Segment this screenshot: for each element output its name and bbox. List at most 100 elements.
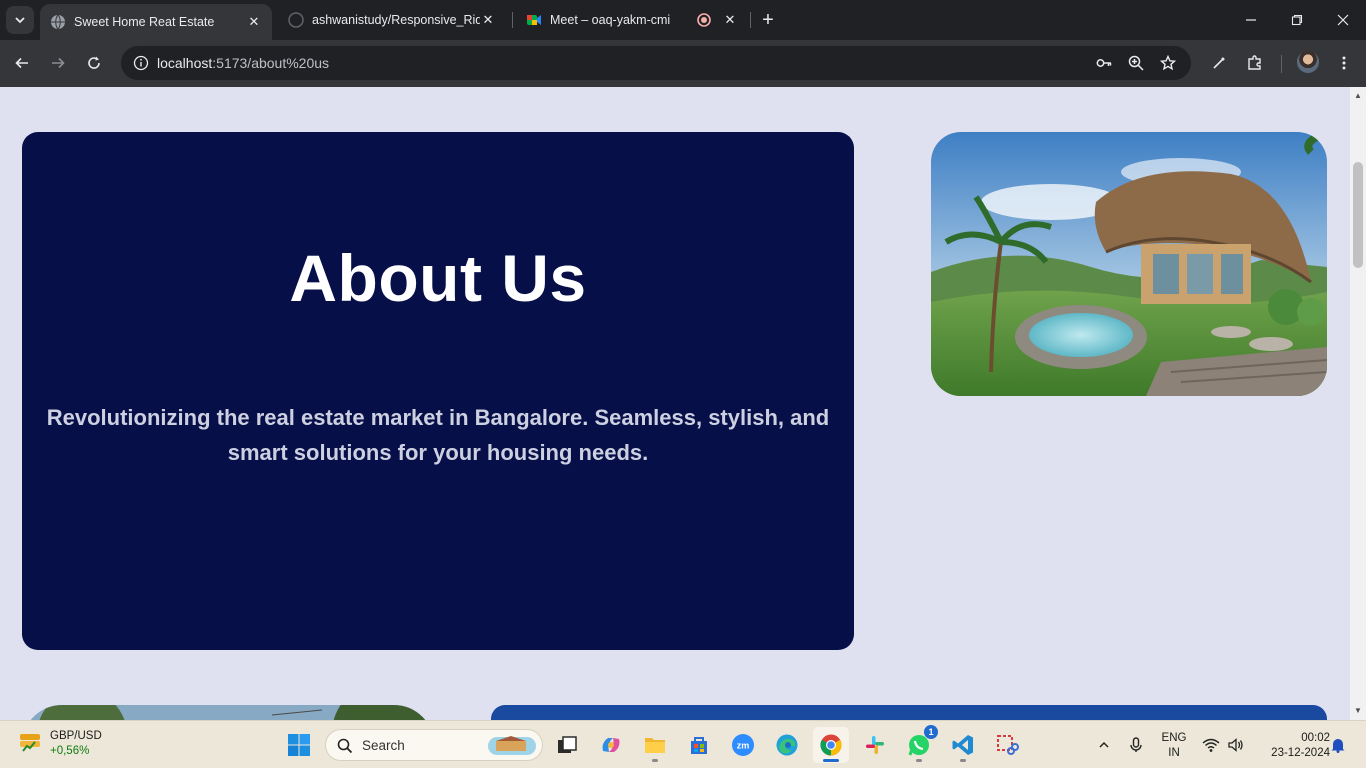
task-view-button[interactable] — [549, 727, 585, 763]
back-button[interactable] — [8, 49, 36, 77]
tab-strip: Sweet Home Reat Estate ✕ ashwanistudy/Re… — [0, 0, 1366, 40]
task-view-icon — [558, 736, 577, 753]
show-hidden-icons-button[interactable] — [1093, 734, 1115, 756]
scroll-thumb[interactable] — [1353, 162, 1363, 268]
toolbar-divider — [1281, 55, 1282, 73]
edge-button[interactable] — [769, 727, 805, 763]
volume-button[interactable] — [1225, 734, 1247, 756]
restore-button[interactable] — [1274, 0, 1320, 40]
language-indicator[interactable]: ENG IN — [1158, 731, 1190, 761]
forward-button[interactable] — [44, 49, 72, 77]
zoom-icon[interactable] — [1124, 51, 1148, 75]
tab-divider — [512, 12, 513, 28]
store-icon — [691, 737, 707, 754]
scroll-up-icon[interactable]: ▲ — [1354, 92, 1362, 100]
notification-badge: 1 — [924, 725, 938, 739]
speaker-icon — [1228, 738, 1243, 752]
close-tab-icon[interactable]: ✕ — [246, 14, 262, 30]
meet-icon — [526, 12, 542, 28]
wifi-button[interactable] — [1200, 734, 1222, 756]
arrow-right-icon — [52, 57, 65, 69]
bell-icon — [1331, 739, 1345, 753]
tab-divider — [750, 12, 751, 28]
copilot-icon — [602, 738, 620, 752]
file-explorer-button[interactable] — [637, 727, 673, 763]
bookmark-star-icon[interactable] — [1156, 51, 1180, 75]
url-text[interactable]: localhost:5173/about%20us — [157, 55, 329, 71]
browser-toolbar: localhost:5173/about%20us — [0, 40, 1366, 87]
chrome-button[interactable] — [813, 727, 849, 763]
close-icon — [1337, 14, 1349, 26]
whatsapp-button[interactable]: 1 — [901, 725, 938, 763]
recording-icon — [696, 12, 712, 28]
address-bar[interactable]: localhost:5173/about%20us — [121, 46, 1191, 80]
clock[interactable]: 00:02 23-12-2024 — [1254, 731, 1330, 761]
close-tab-icon[interactable]: ✕ — [480, 12, 496, 28]
mission-card — [491, 705, 1327, 720]
start-button[interactable] — [281, 727, 317, 763]
about-title: About Us — [289, 241, 587, 315]
more-vertical-icon — [1342, 56, 1346, 70]
currency-widget-icon — [20, 734, 40, 752]
site-info-icon[interactable] — [129, 51, 153, 75]
extensions-button[interactable] — [1241, 49, 1269, 77]
store-button[interactable] — [681, 727, 717, 763]
running-indicator — [960, 759, 966, 762]
language-code: ENG — [1161, 732, 1187, 744]
chrome-menu-button[interactable] — [1330, 49, 1358, 77]
reload-button[interactable] — [80, 49, 108, 77]
running-indicator — [823, 759, 839, 762]
tab-meet[interactable]: Meet – oaq-yakm-cmi ✕ — [516, 4, 748, 36]
zoom-app-button[interactable]: zm — [725, 727, 761, 763]
tab-search-button[interactable] — [6, 6, 34, 34]
minimize-icon — [1246, 19, 1256, 21]
currency-change: +0,56% — [50, 745, 90, 757]
globe-icon — [50, 14, 66, 30]
minimize-button[interactable] — [1228, 0, 1274, 40]
profile-avatar[interactable] — [1297, 51, 1319, 73]
chevron-up-icon — [1099, 741, 1109, 748]
about-description: Revolutionizing the real estate market i… — [46, 405, 830, 465]
close-window-button[interactable] — [1320, 0, 1366, 40]
search-icon — [337, 738, 353, 754]
vscode-icon — [952, 735, 973, 755]
password-key-icon[interactable] — [1092, 51, 1116, 75]
puzzle-icon — [1248, 55, 1261, 70]
chrome-icon — [820, 734, 842, 756]
about-card: About Us Revolutionizing the real estate… — [22, 132, 854, 650]
scroll-down-icon[interactable]: ▼ — [1354, 707, 1362, 715]
url-path: :5173/about%20us — [212, 55, 330, 71]
search-placeholder: Search — [362, 738, 405, 753]
currency-widget[interactable]: GBP/USD +0,56% — [18, 729, 102, 759]
folder-icon — [645, 738, 665, 753]
running-indicator — [652, 759, 658, 762]
page-scrollbar[interactable]: ▲ ▼ — [1350, 87, 1366, 720]
clock-date: 23-12-2024 — [1271, 747, 1330, 759]
close-tab-icon[interactable]: ✕ — [722, 12, 738, 28]
new-tab-button[interactable]: + — [758, 8, 778, 32]
edge-icon — [776, 734, 798, 756]
pen-icon — [1213, 57, 1225, 69]
slack-button[interactable] — [857, 727, 893, 763]
snipping-tool-button[interactable] — [989, 727, 1025, 763]
second-property-photo — [22, 705, 434, 720]
tab-sweet-home[interactable]: Sweet Home Reat Estate ✕ — [40, 4, 272, 40]
tab-github[interactable]: ashwanistudy/Responsive_Rider ✕ — [278, 4, 506, 36]
taskbar-search[interactable]: Search — [325, 729, 543, 761]
microphone-button[interactable] — [1125, 734, 1147, 756]
vscode-button[interactable] — [945, 727, 981, 763]
copilot-button[interactable] — [593, 727, 629, 763]
restore-icon — [1291, 14, 1303, 26]
github-icon — [288, 12, 304, 28]
bamboo-house-photo — [931, 132, 1327, 396]
tab-title: Sweet Home Reat Estate — [74, 15, 215, 29]
chevron-down-icon — [15, 17, 25, 24]
tab-title: ashwanistudy/Responsive_Rider — [312, 13, 480, 27]
page-viewport: About Us Revolutionizing the real estate… — [0, 87, 1366, 720]
eyedropper-extension-button[interactable] — [1205, 49, 1233, 77]
wifi-icon — [1202, 738, 1220, 752]
zoom-icon-app: zm — [732, 734, 754, 756]
notifications-button[interactable] — [1327, 734, 1349, 756]
windows-taskbar: GBP/USD +0,56% Search zm 1 ENG IN 00:02 … — [0, 720, 1366, 768]
search-highlight-icon — [488, 736, 536, 755]
